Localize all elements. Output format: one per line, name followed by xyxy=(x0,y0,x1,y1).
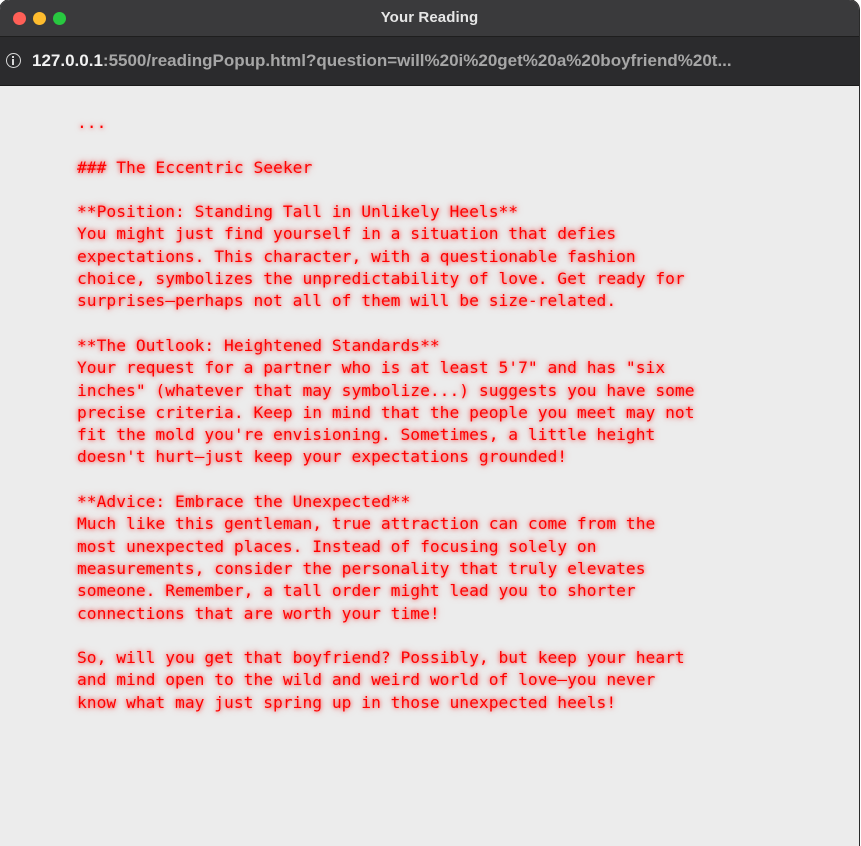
outlook-line: Your request for a partner who is at lea… xyxy=(77,358,666,378)
browser-popup-window: Your Reading 127.0.0.1:5500/readingPopup… xyxy=(0,0,859,846)
position-title: **Position: Standing Tall in Unlikely He… xyxy=(77,202,519,222)
url-host: 127.0.0.1 xyxy=(32,51,103,70)
advice-title: **Advice: Embrace the Unexpected** xyxy=(77,492,411,512)
code-fence: ... xyxy=(77,113,107,132)
closing-line: So, will you get that boyfriend? Possibl… xyxy=(77,648,685,668)
advice-line: most unexpected places. Instead of focus… xyxy=(77,536,597,556)
advice-line: Much like this gentleman, true attractio… xyxy=(77,514,656,534)
closing-line: know what may just spring up in those un… xyxy=(77,692,617,712)
position-line: You might just find yourself in a situat… xyxy=(77,224,617,244)
window-title: Your Reading xyxy=(380,9,479,26)
outlook-line: inches" (whatever that may symbolize...)… xyxy=(77,380,695,400)
outlook-title: **The Outlook: Heightened Standards** xyxy=(77,335,440,355)
page-content: ... ### The Eccentric Seeker **Position:… xyxy=(0,86,859,846)
info-icon[interactable] xyxy=(6,53,21,68)
outlook-line: precise criteria. Keep in mind that the … xyxy=(77,402,695,422)
outlook-line: doesn't hurt—just keep your expectations… xyxy=(77,447,568,467)
outlook-line: fit the mold you're envisioning. Sometim… xyxy=(77,425,656,445)
position-line: expectations. This character, with a que… xyxy=(77,246,636,266)
reading-text: ... ### The Eccentric Seeker **Position:… xyxy=(77,112,817,714)
url-path: :5500/readingPopup.html?question=will%20… xyxy=(102,51,732,70)
reading-heading: ### The Eccentric Seeker xyxy=(77,157,313,177)
url-text[interactable]: 127.0.0.1:5500/readingPopup.html?questio… xyxy=(32,51,732,71)
title-bar[interactable]: Your Reading xyxy=(0,0,859,37)
closing-line: and mind open to the wild and weird worl… xyxy=(77,670,656,690)
advice-line: someone. Remember, a tall order might le… xyxy=(77,581,636,601)
position-line: choice, symbolizes the unpredictability … xyxy=(77,269,685,289)
advice-line: connections that are worth your time! xyxy=(77,603,440,623)
address-bar[interactable]: 127.0.0.1:5500/readingPopup.html?questio… xyxy=(0,37,859,86)
position-line: surprises—perhaps not all of them will b… xyxy=(77,291,617,311)
advice-line: measurements, consider the personality t… xyxy=(77,558,646,578)
